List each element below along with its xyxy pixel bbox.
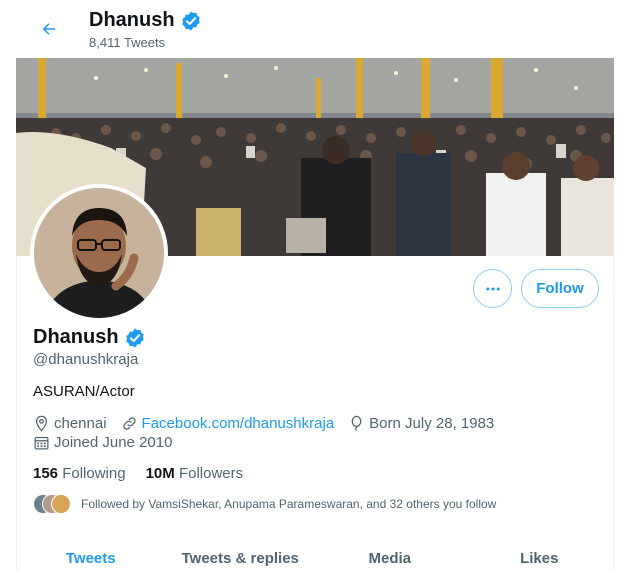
birthday-text: Born July 28, 1983 [369,415,495,432]
header-name: Dhanush [89,9,175,31]
more-options-button[interactable] [473,269,512,308]
back-button[interactable] [34,14,64,44]
follow-button[interactable]: Follow [521,269,599,308]
following-label: Following [62,465,126,482]
tab-tweets-replies[interactable]: Tweets & replies [166,538,316,571]
tab-tweets[interactable]: Tweets [16,538,166,571]
follow-stats: 156 Following 10M Followers [33,465,243,482]
website-item: Facebook.com/dhanushkraja [121,415,335,432]
profile-meta-row: chennai Facebook.com/dhanushkraja Born J… [33,415,508,432]
following-link[interactable]: 156 Following [33,465,126,482]
following-count: 156 [33,465,59,482]
location-pin-icon [35,415,48,432]
more-dots-icon [485,287,500,290]
verified-badge-icon [125,327,144,348]
followers-count: 10M [145,465,175,482]
location-text: chennai [54,415,107,432]
followers-link[interactable]: 10M Followers [146,465,244,482]
arrow-left-icon [42,23,55,35]
profile-bio: ASURAN/Actor [33,383,135,400]
header-name-row: Dhanush [89,9,202,32]
joined-text: Joined June 2010 [54,434,173,451]
followed-by-row[interactable]: Followed by VamsiShekar, Anupama Parames… [33,494,496,514]
profile-handle: @dhanushkraja [33,351,139,368]
profile-tabs: Tweets Tweets & replies Media Likes [16,538,614,571]
tweet-count: 8,411 Tweets [89,35,166,50]
avatar-photo [34,188,164,318]
follower-avatar [51,494,71,514]
profile-avatar[interactable] [30,184,168,322]
joined-item: Joined June 2010 [33,434,172,451]
top-header: Dhanush 8,411 Tweets [16,0,614,58]
calendar-icon [34,436,49,450]
location-item: chennai [33,415,107,432]
followers-label: Followers [178,465,244,482]
avatar-portrait [34,188,164,318]
followed-by-text: Followed by VamsiShekar, Anupama Parames… [81,497,497,511]
link-icon [122,417,136,430]
website-link[interactable]: Facebook.com/dhanushkraja [142,415,335,432]
tab-likes[interactable]: Likes [465,538,615,571]
birthday-item: Born July 28, 1983 [348,415,494,432]
verified-badge-icon [181,10,200,31]
tab-media[interactable]: Media [315,538,465,571]
profile-meta-row-2: Joined June 2010 [33,434,186,451]
profile-name: Dhanush [33,326,119,348]
follower-avatars [33,494,73,514]
profile-name-row: Dhanush [33,326,146,349]
balloon-icon [351,415,362,431]
